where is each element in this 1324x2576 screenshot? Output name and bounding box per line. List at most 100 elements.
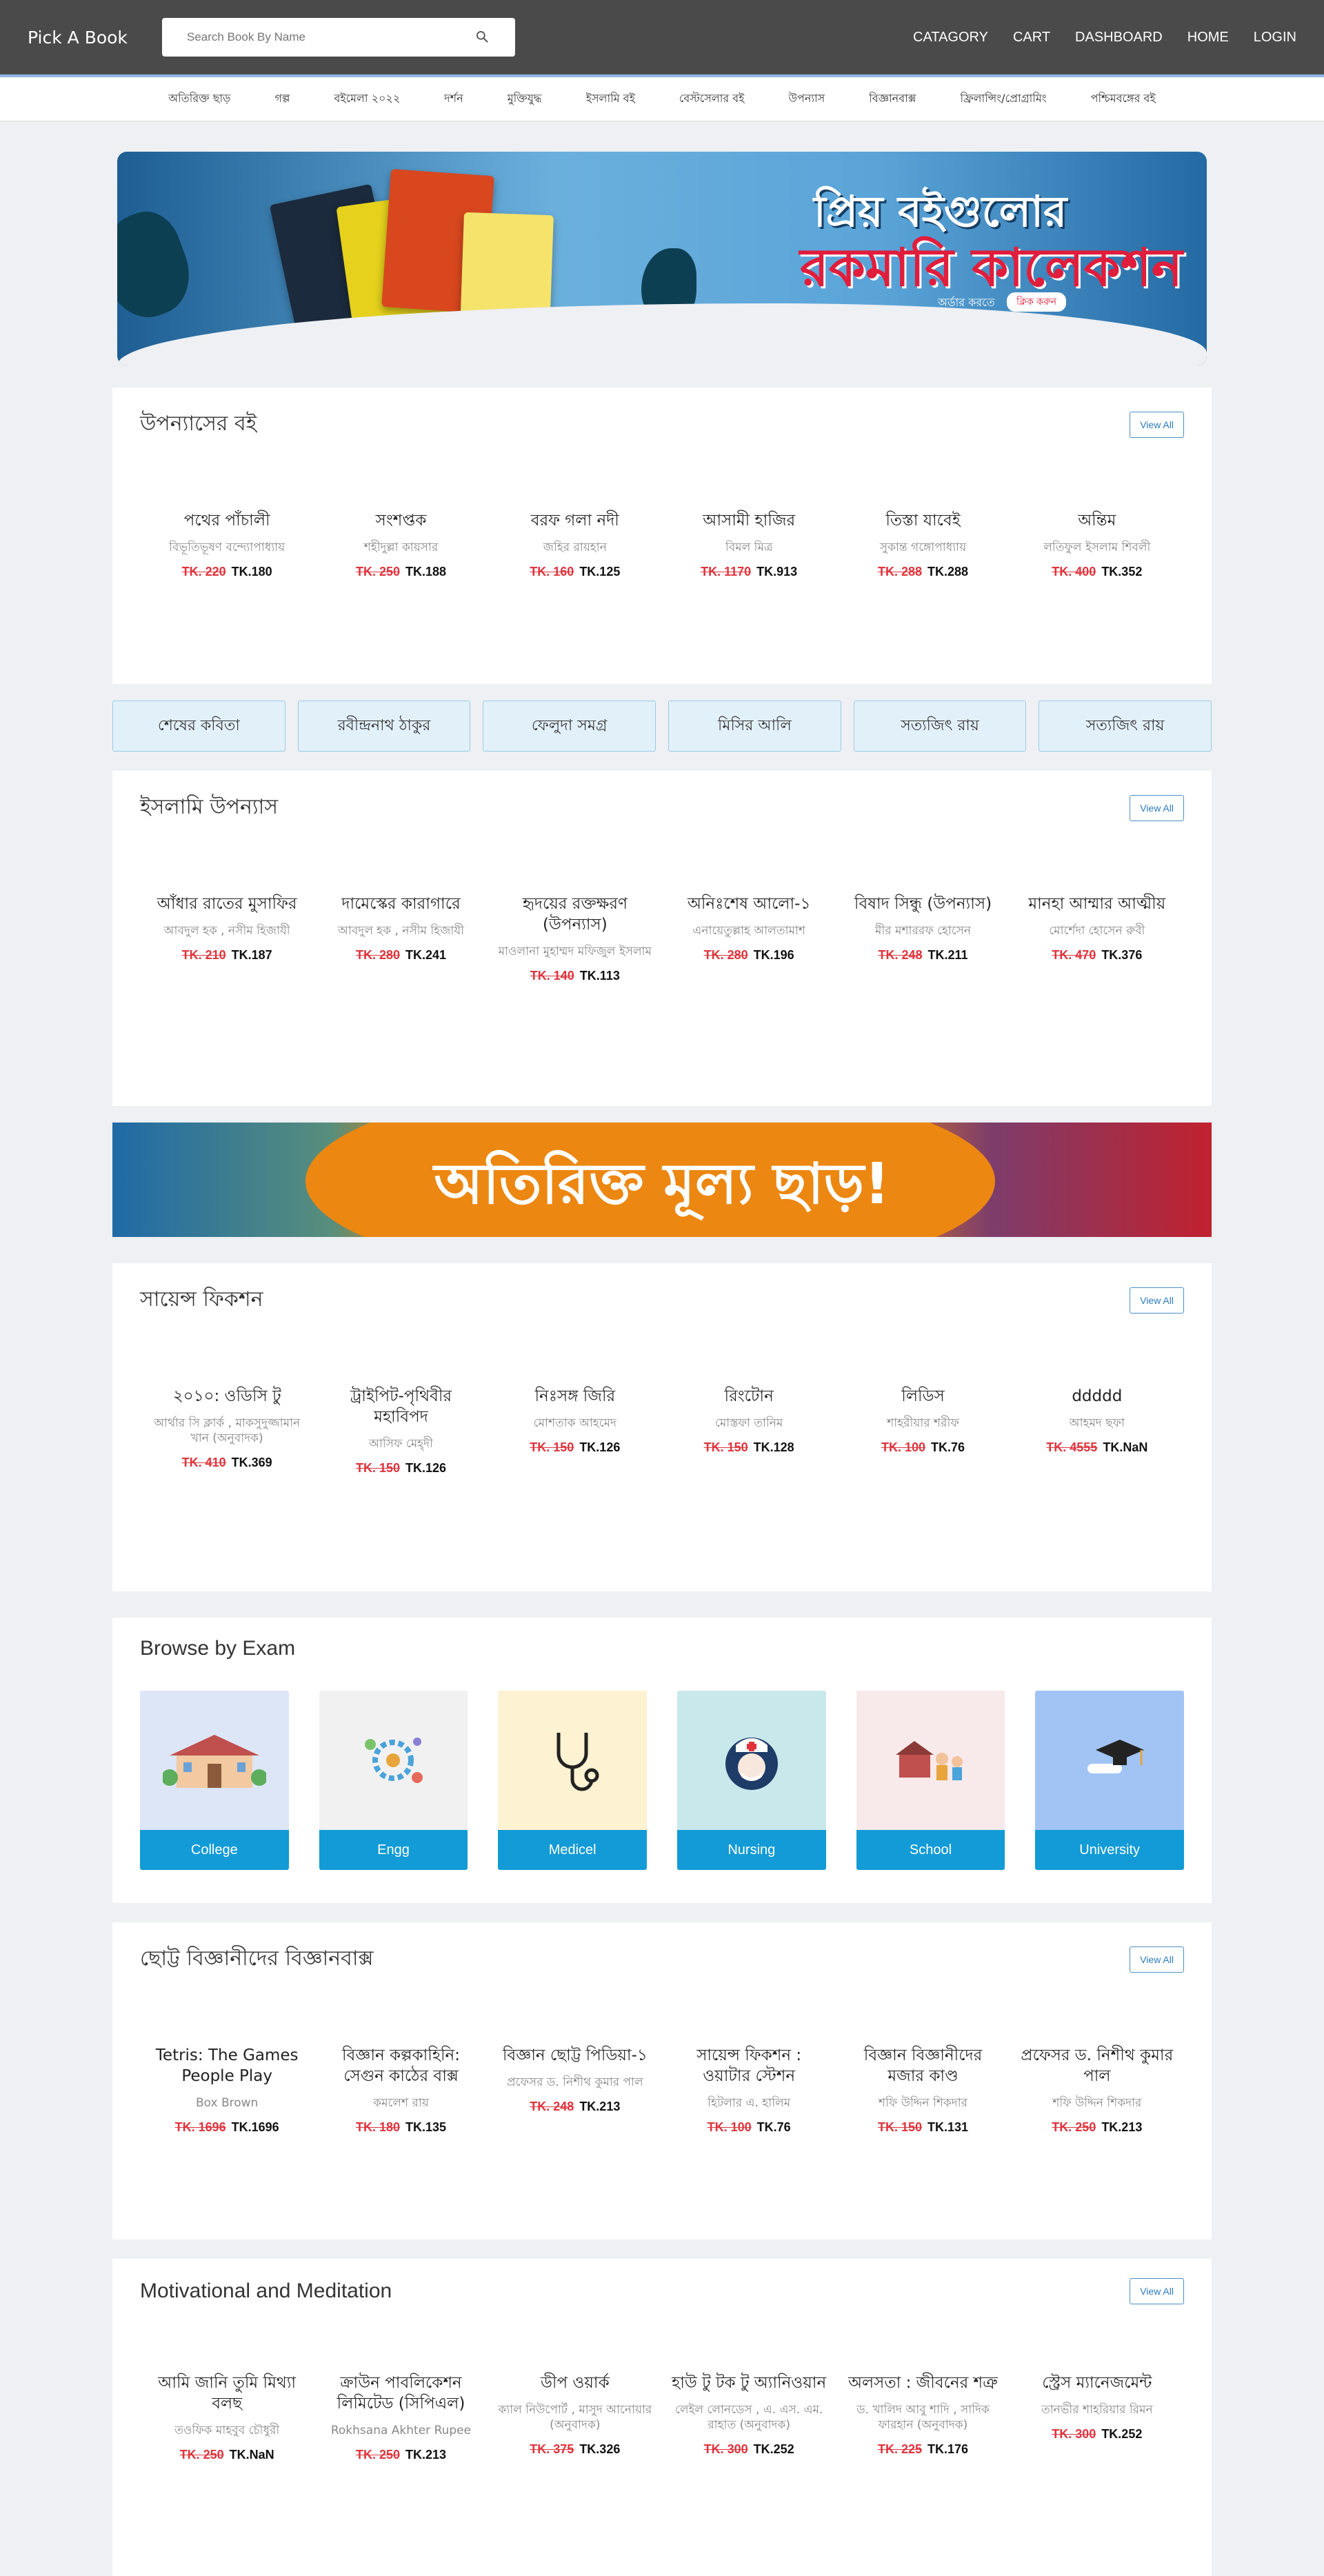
nav-category[interactable]: CATAGORY (913, 30, 988, 46)
book-card[interactable]: অলসতা : জীবনের শত্রু ড. খালিদ আবু শাদি ,… (836, 2373, 1010, 2462)
book-card[interactable]: ডীপ ওয়ার্ক ক্যাল নিউপোর্ট , মাসুদ আনোয়… (488, 2373, 662, 2462)
book-title[interactable]: হাউ টু টক টু অ্যানিওয়ান (672, 2373, 826, 2394)
book-title[interactable]: নিঃসঙ্গ জিরি (498, 1387, 652, 1407)
book-card[interactable]: আসামী হাজির বিমল মিত্র TK. 1170 TK.913 (662, 511, 836, 579)
book-card[interactable]: বিজ্ঞান কল্পকাহিনি: সেগুন কাঠের বাক্স কম… (314, 2046, 488, 2135)
book-title[interactable]: ট্রাইপিট-পৃথিবীর মহাবিপদ (323, 1387, 478, 1428)
exam-label[interactable]: Medicel (498, 1830, 647, 1870)
book-title[interactable]: ২০১০: ওডিসি টু (150, 1387, 304, 1407)
book-card[interactable]: ক্রাউন পাবলিকেশন লিমিটেড (সিপিএল) Rokhsa… (314, 2373, 488, 2462)
book-card[interactable]: সায়েন্স ফিকশন : ওয়াটার স্টেশন হিটলার এ… (662, 2046, 836, 2135)
book-title[interactable]: ক্রাউন পাবলিকেশন লিমিটেড (সিপিএল) (323, 2373, 478, 2415)
book-title[interactable]: মানহা আম্মার আত্মীয় (1020, 894, 1174, 915)
book-title[interactable]: বিজ্ঞান কল্পকাহিনি: সেগুন কাঠের বাক্স (323, 2046, 478, 2087)
book-card[interactable]: ২০১০: ওডিসি টু আর্থার সি ক্লার্ক , মাকসু… (140, 1387, 314, 1476)
book-card[interactable]: দামেস্কের কারাগারে আবদুল হক , নসীম হিজায… (314, 894, 488, 983)
book-card[interactable]: নিঃসঙ্গ জিরি মোশতাক আহমেদ TK. 150 TK.126 (488, 1387, 662, 1476)
book-card[interactable]: Tetris: The Games People Play Box Brown … (140, 2046, 314, 2135)
book-card[interactable]: পথের পাঁচালী বিভূতিভূষণ বন্দ্যোপাধ্যায় … (140, 511, 314, 579)
book-title[interactable]: পথের পাঁচালী (150, 511, 304, 532)
hero-banner[interactable]: প্রিয় বইগুলোর রকমারি কালেকশন অর্ডার করত… (117, 152, 1207, 365)
exam-card-medicel[interactable]: Medicel (498, 1691, 647, 1870)
brand-logo[interactable]: Pick A Book (28, 28, 162, 48)
book-title[interactable]: হৃদয়ের রক্তক্ষরণ (উপন্যাস) (498, 894, 652, 936)
category-link[interactable]: মুক্তিযুদ্ধ (485, 90, 564, 108)
exam-card-nursing[interactable]: Nursing (677, 1691, 826, 1870)
writer-button[interactable]: শেষের কবিতা (112, 701, 285, 752)
category-link[interactable]: বইমেলা ২০২২ (312, 90, 422, 108)
exam-card-school[interactable]: School (856, 1691, 1005, 1870)
book-title[interactable]: সায়েন্স ফিকশন : ওয়াটার স্টেশন (672, 2046, 826, 2087)
book-title[interactable]: লিডিস (845, 1387, 1000, 1407)
discount-promo-banner[interactable]: অতিরিক্ত মূল্য ছাড়! (112, 1123, 1212, 1237)
view-all-button[interactable]: View All (1130, 1946, 1184, 1973)
book-title[interactable]: বিজ্ঞান বিজ্ঞানীদের মজার কাণ্ড (845, 2046, 1000, 2087)
category-link[interactable]: বেস্টসেলার বই (657, 90, 767, 108)
search-input[interactable] (187, 30, 463, 44)
exam-card-college[interactable]: College (140, 1691, 289, 1870)
book-card[interactable]: মানহা আম্মার আত্মীয় মোর্শেদা হোসেন রুবী… (1010, 894, 1184, 983)
exam-label[interactable]: College (140, 1830, 289, 1870)
writer-button[interactable]: সত্যজিৎ রায় (1039, 701, 1212, 752)
book-title[interactable]: সংশপ্তক (323, 511, 478, 532)
book-card[interactable]: প্রফেসর ড. নিশীথ কুমার পাল শফি উদ্দিন শি… (1010, 2046, 1184, 2135)
book-title[interactable]: আঁধার রাতের মুসাফির (150, 894, 304, 915)
book-title[interactable]: ddddd (1020, 1387, 1174, 1407)
book-title[interactable]: Tetris: The Games People Play (150, 2046, 304, 2087)
book-card[interactable]: স্ট্রেস ম্যানেজমেন্ট তানভীর শাহরিয়ার রি… (1010, 2373, 1184, 2462)
exam-label[interactable]: University (1035, 1830, 1184, 1870)
exam-card-engg[interactable]: Engg (319, 1691, 468, 1870)
view-all-button[interactable]: View All (1130, 794, 1184, 821)
book-card[interactable]: বিজ্ঞান ছোট্ট পিডিয়া-১ প্রফেসর ড. নিশীথ… (488, 2046, 662, 2135)
search-icon[interactable] (475, 30, 490, 45)
banner-cta-button[interactable]: ক্লিক করুন (1007, 292, 1067, 312)
book-title[interactable]: বরফ গলা নদী (498, 511, 652, 532)
exam-label[interactable]: Nursing (677, 1830, 826, 1870)
book-card[interactable]: বরফ গলা নদী জহির রায়হান TK. 160 TK.125 (488, 511, 662, 579)
book-card[interactable]: তিস্তা যাবেই সুকান্ত গঙ্গোপাধ্যায় TK. 2… (836, 511, 1010, 579)
book-title[interactable]: অলসতা : জীবনের শত্রু (845, 2373, 1000, 2394)
book-title[interactable]: আমি জানি তুমি মিথ্যা বলছ (150, 2373, 304, 2415)
exam-label[interactable]: School (856, 1830, 1005, 1870)
view-all-button[interactable]: View All (1130, 411, 1184, 438)
category-link[interactable]: পশ্চিমবঙ্গের বই (1069, 90, 1178, 108)
writer-button[interactable]: রবীন্দ্রনাথ ঠাকুর (297, 701, 471, 752)
writer-button[interactable]: সত্যজিৎ রায় (853, 701, 1027, 752)
nav-dashboard[interactable]: DASHBOARD (1075, 30, 1163, 46)
writer-button[interactable]: ফেলুদা সমগ্র (483, 701, 656, 752)
exam-label[interactable]: Engg (319, 1830, 468, 1870)
exam-card-university[interactable]: University (1035, 1691, 1184, 1870)
category-link[interactable]: অতিরিক্ত ছাড় (146, 90, 252, 108)
writer-button[interactable]: মিসির আলি (668, 701, 841, 752)
book-title[interactable]: বিজ্ঞান ছোট্ট পিডিয়া-১ (498, 2046, 652, 2066)
book-card[interactable]: বিষাদ সিন্ধু (উপন্যাস) মীর মশাররফ হোসেন … (836, 894, 1010, 983)
book-card[interactable]: অনিঃশেষ আলো-১ এনায়েতুল্লাহ আলতামাশ TK. … (662, 894, 836, 983)
book-title[interactable]: দামেস্কের কারাগারে (323, 894, 478, 915)
book-card[interactable]: ট্রাইপিট-পৃথিবীর মহাবিপদ আসিফ মেহ্দী TK.… (314, 1387, 488, 1476)
book-title[interactable]: রিংটোন (672, 1387, 826, 1407)
book-card[interactable]: সংশপ্তক শহীদুল্লা কায়সার TK. 250 TK.188 (314, 511, 488, 579)
view-all-button[interactable]: View All (1130, 2278, 1184, 2304)
book-title[interactable]: অন্তিম (1020, 511, 1174, 532)
book-card[interactable]: বিজ্ঞান বিজ্ঞানীদের মজার কাণ্ড শফি উদ্দি… (836, 2046, 1010, 2135)
search-box[interactable] (162, 18, 515, 57)
book-title[interactable]: ডীপ ওয়ার্ক (498, 2373, 652, 2394)
nav-home[interactable]: HOME (1187, 30, 1229, 46)
book-card[interactable]: লিডিস শাহরীয়ার শরীফ TK. 100 TK.76 (836, 1387, 1010, 1476)
book-title[interactable]: প্রফেসর ড. নিশীথ কুমার পাল (1020, 2046, 1174, 2087)
category-link[interactable]: দর্শন (422, 90, 485, 108)
book-card[interactable]: ddddd আহমদ ছফা TK. 4555 TK.NaN (1010, 1387, 1184, 1476)
nav-login[interactable]: LOGIN (1254, 30, 1296, 46)
book-card[interactable]: অন্তিম লতিফুল ইসলাম শিবলী TK. 400 TK.352 (1010, 511, 1184, 579)
book-card[interactable]: আঁধার রাতের মুসাফির আবদুল হক , নসীম হিজা… (140, 894, 314, 983)
book-card[interactable]: হাউ টু টক টু অ্যানিওয়ান লেইল লোনডেস , এ… (662, 2373, 836, 2462)
book-title[interactable]: আসামী হাজির (672, 511, 826, 532)
category-link[interactable]: গল্প (253, 90, 312, 108)
category-link[interactable]: বিজ্ঞানবাক্স (847, 90, 938, 108)
category-link[interactable]: উপন্যাস (767, 90, 847, 108)
book-card[interactable]: আমি জানি তুমি মিথ্যা বলছ তওফিক মাহবুব চৌ… (140, 2373, 314, 2462)
book-card[interactable]: রিংটোন মোস্তফা তানিম TK. 150 TK.128 (662, 1387, 836, 1476)
book-title[interactable]: বিষাদ সিন্ধু (উপন্যাস) (845, 894, 1000, 915)
book-title[interactable]: তিস্তা যাবেই (845, 511, 1000, 532)
nav-cart[interactable]: CART (1013, 30, 1050, 46)
